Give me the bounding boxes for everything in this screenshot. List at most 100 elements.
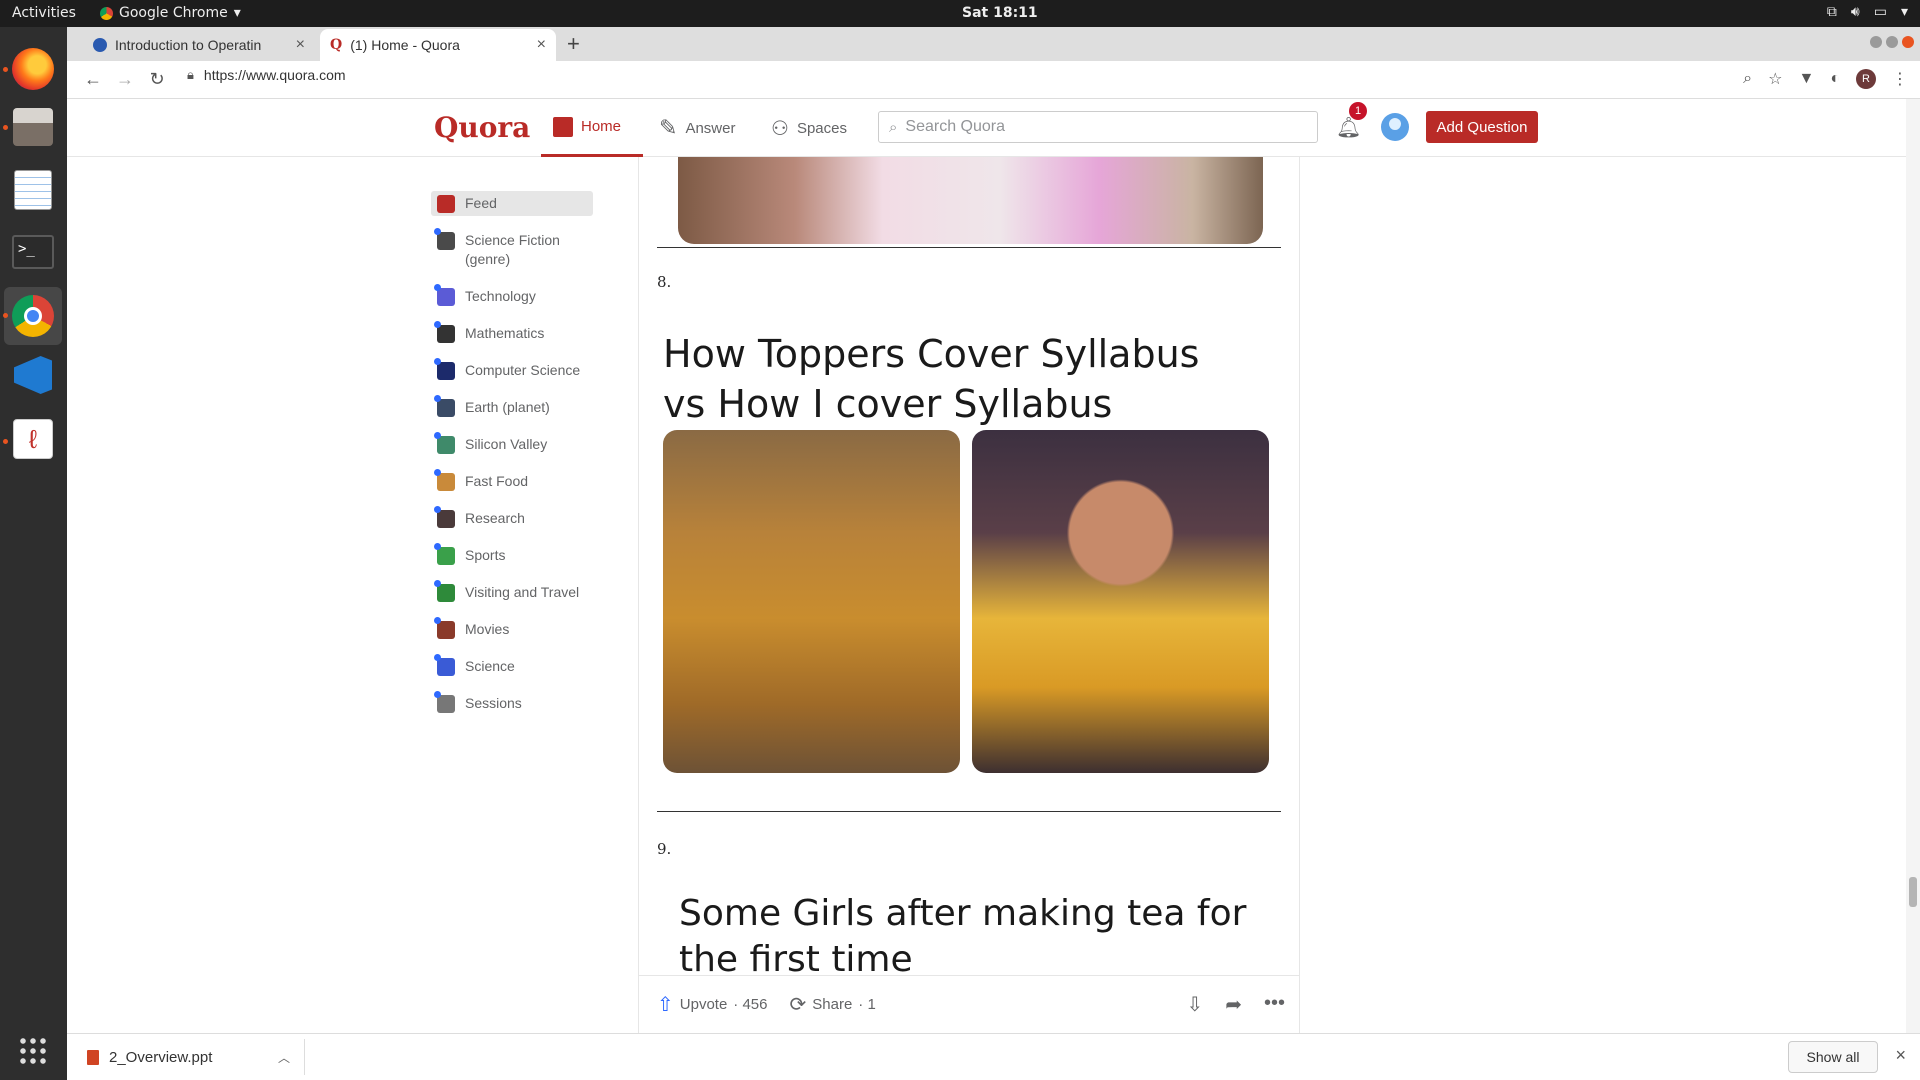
sidebar-item-label: Technology	[465, 288, 536, 304]
running-indicator	[3, 67, 8, 72]
tab-quora-home[interactable]: Q (1) Home - Quora ×	[320, 29, 556, 61]
sidebar-item[interactable]: Feed	[431, 191, 593, 216]
close-icon[interactable]: ×	[296, 36, 305, 54]
sidebar-item[interactable]: Silicon Valley	[431, 432, 593, 457]
pdf-viewer-icon[interactable]: ℓ	[9, 415, 57, 463]
system-top-bar: Activities Google Chrome ▾ Sat 18:11 ⧉ 🔊…	[0, 0, 1920, 27]
divider	[657, 247, 1281, 248]
chevron-up-icon[interactable]: ︿	[278, 1049, 290, 1066]
sidebar-item[interactable]: Visiting and Travel	[431, 580, 593, 605]
menu-kebab-icon[interactable]: ⋮	[1892, 69, 1908, 89]
unread-dot	[434, 321, 441, 328]
sidebar-item-label: Visiting and Travel	[465, 584, 580, 600]
meme-photo-right	[972, 430, 1269, 773]
nav-spaces[interactable]: ⚇ Spaces	[771, 99, 847, 157]
close-icon[interactable]: ×	[1895, 1045, 1906, 1066]
forward-share-icon[interactable]: ➦	[1225, 992, 1242, 1017]
maximize-icon[interactable]	[1886, 36, 1898, 48]
running-indicator	[3, 313, 8, 318]
url-text[interactable]: https://www.quora.com	[204, 67, 346, 83]
profile-avatar[interactable]: R	[1856, 69, 1876, 89]
back-icon[interactable]: ←	[77, 69, 109, 90]
topic-icon	[437, 547, 455, 565]
sidebar-item-label: Mathematics	[465, 325, 545, 341]
page-scrollbar[interactable]	[1906, 99, 1920, 1033]
firefox-icon[interactable]	[9, 45, 57, 93]
user-avatar[interactable]	[1381, 113, 1409, 141]
extension-icon[interactable]: ▼	[1798, 70, 1814, 88]
powerpoint-file-icon	[87, 1049, 99, 1065]
downvote-icon[interactable]: ⇩	[1186, 992, 1203, 1017]
sidebar-item[interactable]: Movies	[431, 617, 593, 642]
sidebar-item-label: Silicon Valley	[465, 436, 548, 452]
running-indicator	[3, 439, 8, 444]
address-bar[interactable]: 🔒︎ https://www.quora.com	[187, 67, 346, 83]
show-applications-icon[interactable]	[9, 1027, 57, 1075]
add-question-button[interactable]: Add Question	[1426, 111, 1538, 143]
forward-icon[interactable]: →	[109, 69, 141, 90]
home-feed-icon	[553, 116, 573, 137]
sidebar-item[interactable]: Sports	[431, 543, 593, 568]
unread-dot	[434, 284, 441, 291]
sidebar-item[interactable]: Science	[431, 654, 593, 679]
new-tab-icon[interactable]: +	[567, 31, 580, 57]
unread-dot	[434, 580, 441, 587]
clock[interactable]: Sat 18:11	[962, 5, 1038, 21]
more-options-icon[interactable]: •••	[1264, 992, 1285, 1017]
vscode-icon[interactable]	[9, 351, 57, 399]
tab-title: (1) Home - Quora	[350, 37, 460, 53]
app-menu-label: Google Chrome	[119, 5, 228, 21]
nav-answer-label: Answer	[685, 119, 736, 137]
nav-home[interactable]: Home	[541, 99, 643, 157]
sidebar-item-label: Sessions	[465, 695, 522, 711]
sidebar-item-label: Science	[465, 658, 515, 674]
unread-dot	[434, 358, 441, 365]
topic-icon	[437, 288, 455, 306]
sidebar-item[interactable]: Computer Science	[431, 358, 593, 383]
close-window-icon[interactable]	[1902, 36, 1914, 48]
activities-button[interactable]: Activities	[12, 5, 76, 21]
share-button[interactable]: ⟳ Share · 1	[790, 992, 876, 1017]
sidebar-item[interactable]: Technology	[431, 284, 593, 309]
search-input[interactable]: ⌕ Search Quora	[878, 111, 1318, 143]
sidebar-item[interactable]: Sessions	[431, 691, 593, 716]
tab-introduction[interactable]: Introduction to Operatin ×	[83, 29, 315, 61]
terminal-icon[interactable]: >_	[9, 228, 57, 276]
topic-icon	[437, 473, 455, 491]
sidebar-item[interactable]: Science Fiction (genre)	[431, 228, 593, 272]
feed-column: 8. How Toppers Cover Syllabus vs How I c…	[638, 99, 1300, 1033]
spaces-icon: ⚇	[771, 117, 789, 140]
text-editor-icon[interactable]	[9, 166, 57, 214]
share-cycle-icon: ⟳	[789, 994, 807, 1016]
sidebar-item[interactable]: Fast Food	[431, 469, 593, 494]
quora-logo[interactable]: Quora	[434, 111, 530, 144]
list-number: 8.	[657, 273, 672, 291]
minimize-icon[interactable]	[1870, 36, 1882, 48]
chevron-down-icon: ▾	[233, 5, 241, 21]
search-placeholder: Search Quora	[905, 118, 1006, 135]
sidebar-item[interactable]: Research	[431, 506, 593, 531]
download-item[interactable]: 2_Overview.ppt ︿	[87, 1039, 305, 1075]
upvote-button[interactable]: ⇧ Upvote · 456	[657, 992, 768, 1017]
quora-favicon-icon: Q	[330, 37, 343, 53]
chrome-icon[interactable]	[4, 287, 62, 345]
topic-icon	[437, 695, 455, 713]
nav-answer[interactable]: ✎ Answer	[659, 99, 735, 157]
show-all-button[interactable]: Show all	[1788, 1041, 1878, 1073]
close-icon[interactable]: ×	[537, 36, 546, 54]
sidebar-item[interactable]: Earth (planet)	[431, 395, 593, 420]
post-image-partial	[678, 157, 1263, 244]
reload-icon[interactable]: ↻	[141, 69, 173, 90]
zoom-icon[interactable]: ⌕	[1743, 70, 1752, 88]
browser-toolbar: ← → ↻ 🔒︎ https://www.quora.com ⌕ ☆ ▼ ◐ R…	[67, 61, 1920, 99]
sidebar-item[interactable]: Mathematics	[431, 321, 593, 346]
app-menu[interactable]: Google Chrome ▾	[100, 5, 241, 21]
topic-icon	[437, 325, 455, 343]
scrollbar-thumb[interactable]	[1909, 877, 1917, 907]
system-tray[interactable]: ⧉ 🔊︎ ▭ ▾	[1827, 4, 1908, 20]
bookmark-star-icon[interactable]: ☆	[1768, 69, 1782, 89]
files-icon[interactable]	[9, 103, 57, 151]
extension-icon-2[interactable]: ◐	[1830, 70, 1840, 88]
unread-dot	[434, 395, 441, 402]
sidebar-spaces: Feed Science Fiction (genre) Technology Mat…	[431, 191, 593, 728]
